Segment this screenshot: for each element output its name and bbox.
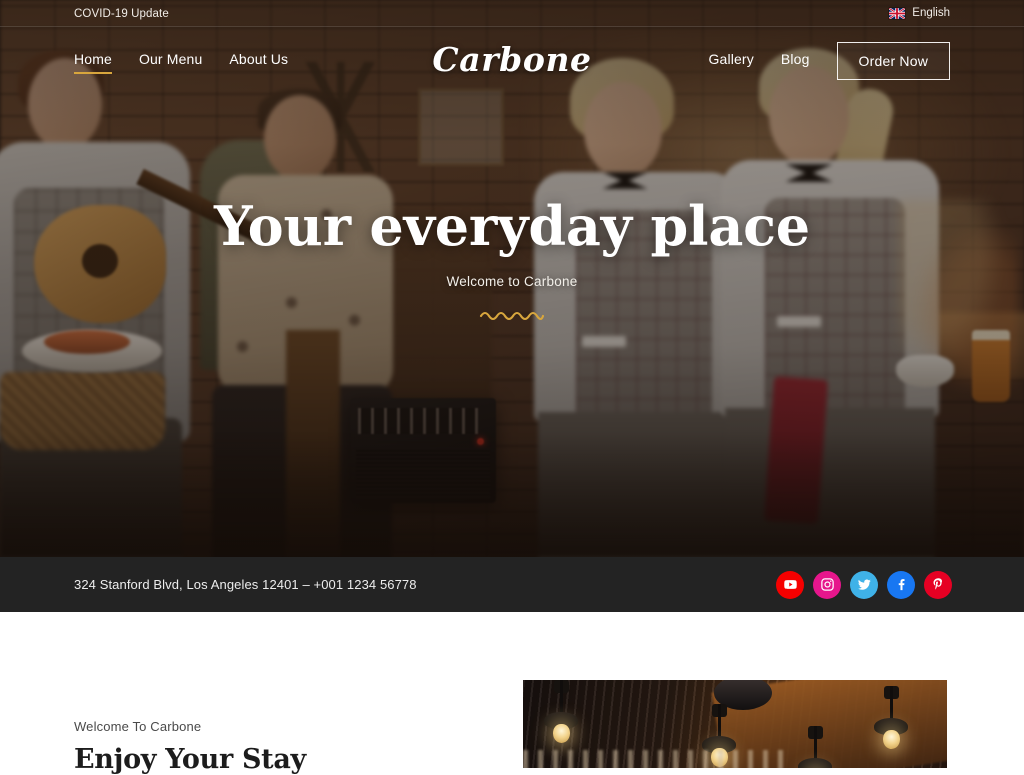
hero-subtitle: Welcome to Carbone (446, 274, 578, 290)
social-link-instagram[interactable] (813, 570, 841, 599)
social-link-youtube[interactable] (776, 570, 804, 599)
top-utility-bar: COVID-19 Update English (0, 0, 1024, 27)
instagram-icon (820, 577, 835, 592)
contact-address: 324 Stanford Blvd, Los Angeles 12401 – +… (74, 577, 417, 592)
topbar-left-group: COVID-19 Update (74, 4, 169, 22)
welcome-section: Welcome To Carbone Enjoy Your Stay (0, 612, 1024, 775)
covid-update-link[interactable]: COVID-19 Update (74, 8, 169, 20)
nav-right-group: Gallery Blog Order Now (708, 42, 950, 80)
nav-item-about-us[interactable]: About Us (229, 51, 288, 72)
welcome-text-block: Welcome To Carbone Enjoy Your Stay (74, 719, 306, 775)
uk-flag-icon (889, 7, 906, 19)
welcome-eyebrow: Welcome To Carbone (74, 719, 202, 734)
nav-left-group: Home Our Menu About Us (74, 51, 288, 74)
wave-divider-icon (0, 309, 1024, 321)
language-label: English (912, 7, 950, 19)
primary-navigation: Home Our Menu About Us Gallery Blog Orde… (0, 27, 1024, 95)
youtube-icon (783, 577, 798, 592)
nav-item-home[interactable]: Home (74, 51, 112, 74)
hero-copy: Your everyday place Welcome to Carbone (0, 196, 1024, 321)
nav-item-gallery[interactable]: Gallery (708, 51, 753, 72)
hero-title: Your everyday place (214, 194, 810, 258)
welcome-photo (523, 680, 947, 768)
language-switcher[interactable]: English (889, 7, 950, 19)
order-now-button[interactable]: Order Now (836, 42, 950, 80)
nav-item-blog[interactable]: Blog (781, 51, 810, 72)
hero-section: COVID-19 Update English Home Our Menu Ab… (0, 0, 1024, 557)
social-link-pinterest[interactable] (924, 570, 952, 599)
social-link-twitter[interactable] (850, 570, 878, 599)
social-links (776, 570, 952, 599)
welcome-title: Enjoy Your Stay (74, 744, 306, 775)
bottle-row (523, 750, 786, 768)
contact-bar: 324 Stanford Blvd, Los Angeles 12401 – +… (0, 557, 1024, 612)
twitter-icon (857, 577, 872, 592)
nav-item-our-menu[interactable]: Our Menu (139, 51, 202, 72)
facebook-icon (894, 577, 909, 592)
social-link-facebook[interactable] (887, 570, 915, 599)
pinterest-icon (931, 577, 946, 592)
